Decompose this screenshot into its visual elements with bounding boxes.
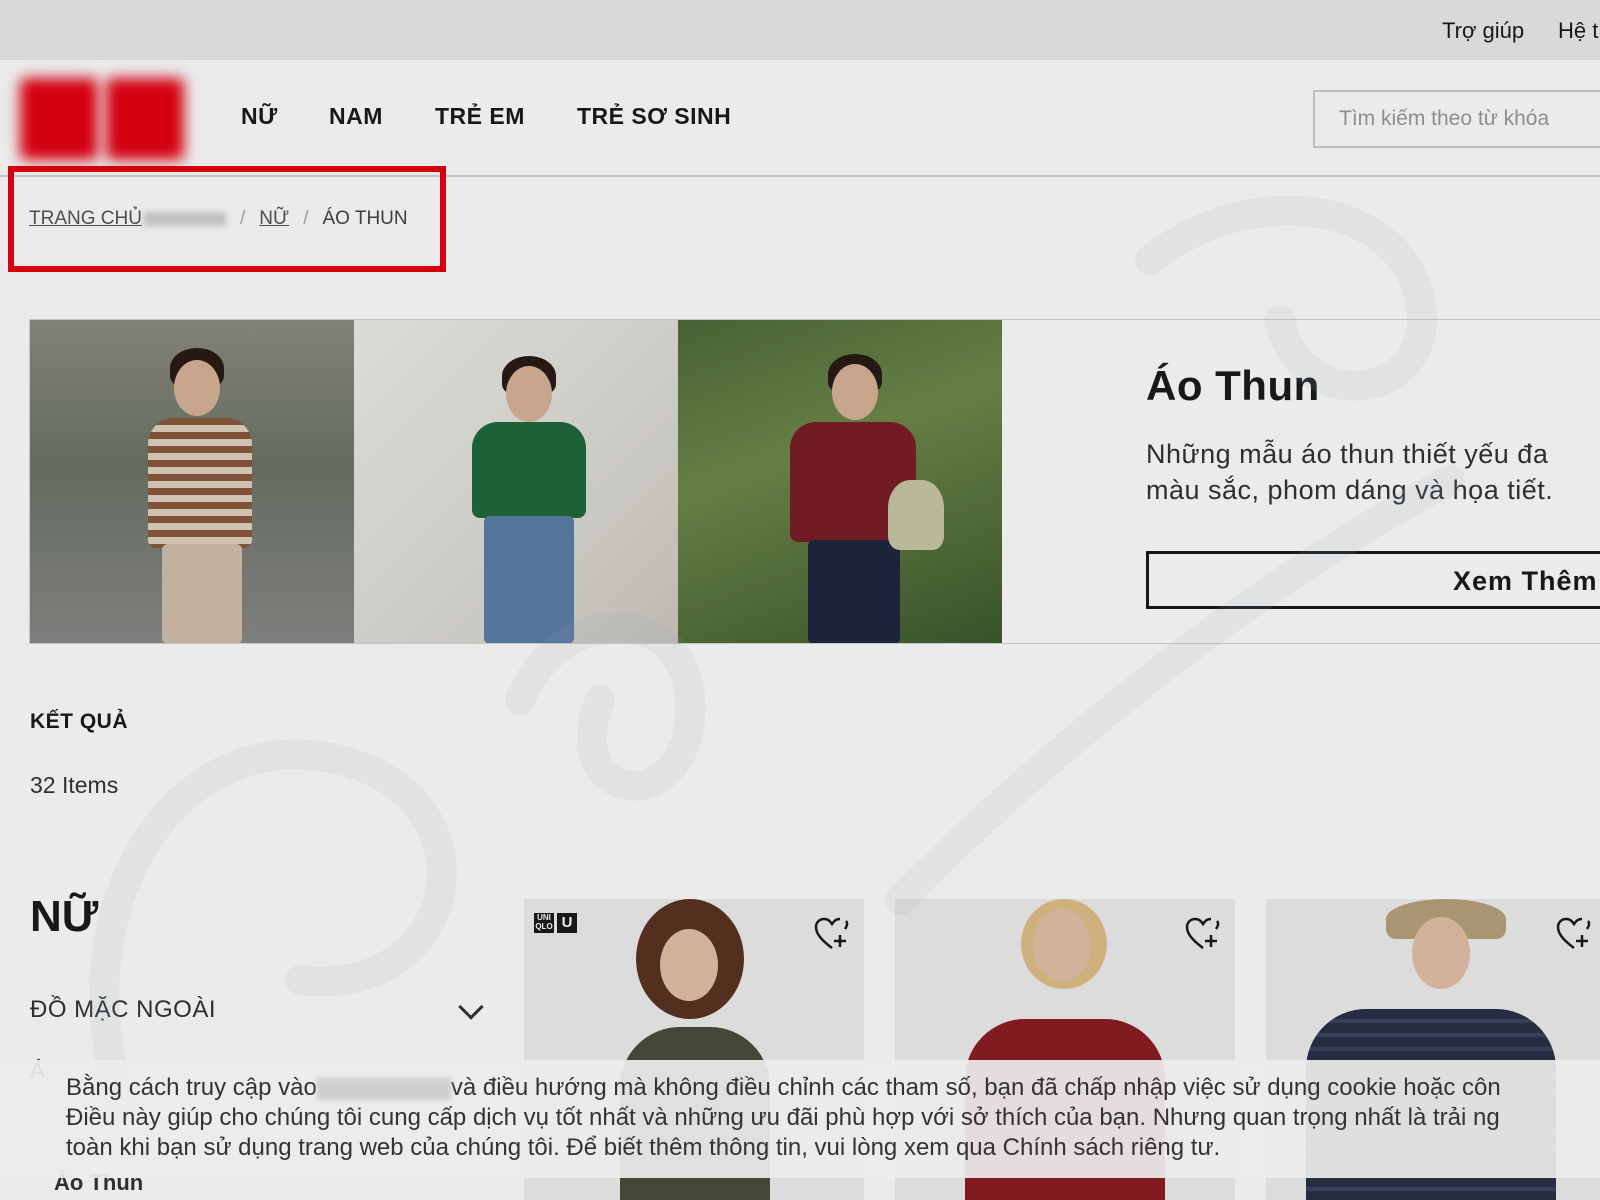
see-more-button[interactable]: Xem Thêm <box>1146 551 1600 609</box>
nav-women[interactable]: NỮ <box>241 103 278 130</box>
redacted-site-name <box>316 1077 451 1100</box>
search-input[interactable] <box>1339 104 1599 134</box>
hero-photo-striped-tee <box>30 320 354 643</box>
cookie-text-line: Điều này giúp cho chúng tôi cung cấp dịc… <box>66 1104 1500 1131</box>
cookie-text: và điều hướng mà không điều chỉnh các th… <box>450 1074 1501 1101</box>
hero-photo-green-tee <box>354 320 678 643</box>
hero-text: Áo Thun Những mẫu áo thun thiết yếu đa m… <box>1146 320 1600 643</box>
chevron-down-icon <box>458 994 484 1020</box>
cookie-text-line: Bằng cách truy cập vào và điều hướng mà k… <box>66 1074 1501 1102</box>
results-count: 32 Items <box>30 772 119 798</box>
nav-baby[interactable]: TRẺ SƠ SINH <box>577 103 731 130</box>
privacy-policy-link[interactable]: Chính sách riêng tư. <box>1003 1134 1221 1161</box>
brand-logo[interactable] <box>20 78 184 160</box>
hero-title: Áo Thun <box>1146 362 1320 409</box>
see-more-label: Xem Thêm <box>1453 566 1598 596</box>
utility-bar: Trợ giúp Hệ t <box>0 0 1600 60</box>
search-box <box>1313 90 1600 148</box>
brand-badge-logo: UNI QLO <box>534 913 554 933</box>
hero-description: Những mẫu áo thun thiết yếu đa màu sắc, … <box>1146 436 1600 508</box>
wishlist-heart-icon[interactable] <box>1556 917 1592 951</box>
sidebar-category-label: ĐỒ MẶC NGOÀI <box>30 996 217 1023</box>
hero-description-line: Những mẫu áo thun thiết yếu đa <box>1146 439 1549 469</box>
hero-description-line: màu sắc, phom dáng và họa tiết. <box>1146 475 1554 505</box>
cookie-text: toàn khi bạn sử dụng trang web của chúng… <box>66 1134 996 1161</box>
cookie-text-line: toàn khi bạn sử dụng trang web của chúng… <box>66 1134 1220 1162</box>
nav-kids[interactable]: TRẺ EM <box>435 103 525 130</box>
store-system-link[interactable]: Hệ t <box>1558 18 1598 44</box>
category-hero-banner: Áo Thun Những mẫu áo thun thiết yếu đa m… <box>29 319 1600 644</box>
sidebar-category-outerwear[interactable]: ĐỒ MẶC NGOÀI <box>30 994 492 1032</box>
help-link[interactable]: Trợ giúp <box>1442 18 1524 44</box>
sidebar-title: NỮ <box>30 892 99 941</box>
nav-men[interactable]: NAM <box>329 103 383 130</box>
site-header: NỮ NAM TRẺ EM TRẺ SƠ SINH <box>0 60 1600 177</box>
brand-badge-u: U <box>557 913 577 933</box>
annotation-highlight-box <box>8 166 446 272</box>
cookie-consent-banner: Bằng cách truy cập vào và điều hướng mà k… <box>0 1060 1600 1178</box>
cookie-text: Bằng cách truy cập vào <box>66 1074 317 1101</box>
wishlist-heart-icon[interactable] <box>1185 917 1221 951</box>
brand-badge: UNI QLO U <box>534 913 577 933</box>
hero-photo-red-longsleeve <box>678 320 1002 643</box>
results-label: KẾT QUẢ <box>30 710 128 733</box>
wishlist-heart-icon[interactable] <box>814 917 850 951</box>
